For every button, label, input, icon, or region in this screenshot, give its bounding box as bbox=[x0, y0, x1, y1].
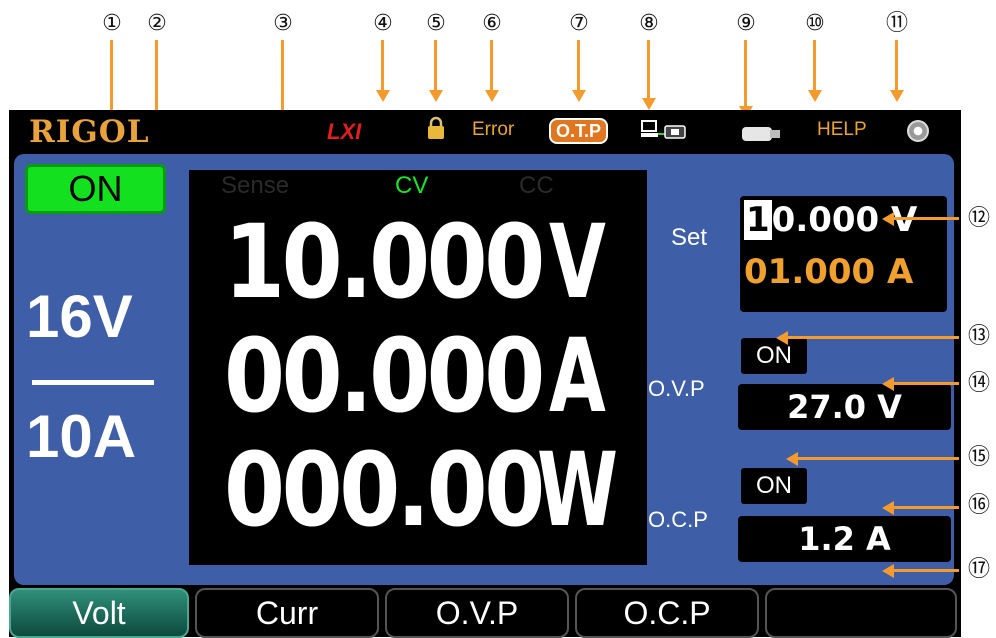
callout-16: ⑯ bbox=[967, 493, 990, 518]
range-voltage: 16V bbox=[26, 283, 133, 350]
callout-5-arrow bbox=[434, 40, 437, 92]
softkey-empty[interactable] bbox=[765, 588, 957, 638]
callout-1: ① bbox=[102, 11, 122, 36]
callout-9-arrow bbox=[744, 40, 747, 108]
callout-7-arrow bbox=[577, 40, 580, 92]
edit-cursor-digit: 1 bbox=[744, 200, 772, 240]
callout-15-arrowhead bbox=[786, 452, 798, 466]
callout-3: ③ bbox=[273, 11, 293, 36]
callout-7-arrowhead bbox=[572, 90, 586, 102]
range-divider bbox=[32, 380, 154, 385]
callout-12-arrow bbox=[893, 217, 959, 220]
callout-5-arrowhead bbox=[429, 90, 443, 102]
mode-cv: CV bbox=[395, 172, 429, 199]
callout-5: ⑤ bbox=[426, 11, 446, 36]
callout-14-arrow bbox=[893, 382, 959, 385]
callout-4-arrowhead bbox=[376, 90, 390, 102]
callout-6: ⑥ bbox=[482, 11, 502, 36]
callout-13-arrowhead bbox=[776, 331, 788, 345]
output-state-badge: ON bbox=[25, 164, 166, 214]
callout-14: ⑭ bbox=[967, 371, 990, 396]
callout-17: ⑰ bbox=[967, 557, 990, 582]
callout-17-arrowhead bbox=[882, 564, 894, 578]
mode-cc: CC bbox=[519, 172, 554, 199]
callout-16-arrow bbox=[893, 506, 959, 509]
power-unit: W bbox=[537, 431, 619, 550]
status-bar: RIGOL LXI Error O.T.P HELP bbox=[9, 110, 961, 154]
ocp-state: ON bbox=[741, 468, 807, 504]
callout-16-arrowhead bbox=[882, 501, 894, 515]
callout-13-arrow bbox=[787, 336, 959, 339]
setpoint-box[interactable]: 10.000 V 01.000 A bbox=[740, 196, 947, 312]
callout-12: ⑫ bbox=[967, 206, 990, 231]
softkey-ovp[interactable]: O.V.P bbox=[385, 588, 569, 638]
mode-sense: Sense bbox=[221, 172, 290, 199]
softkey-bar: Volt Curr O.V.P O.C.P bbox=[9, 588, 961, 638]
lock-icon bbox=[428, 116, 444, 139]
callout-8-arrowhead bbox=[642, 98, 656, 110]
current-reading: 00.000 bbox=[224, 317, 545, 436]
callout-12-arrowhead bbox=[882, 212, 894, 226]
ovp-state: ON bbox=[741, 338, 807, 374]
callout-10-arrow bbox=[813, 40, 816, 92]
callout-13: ⑬ bbox=[967, 324, 990, 349]
callout-8-arrow bbox=[647, 40, 650, 100]
beeper-icon bbox=[907, 120, 929, 142]
ocp-label: O.C.P bbox=[648, 507, 708, 532]
power-supply-screen: RIGOL LXI Error O.T.P HELP ON 16V 10A Se… bbox=[9, 110, 961, 638]
measurement-display: Sense CV CC 10.000 V 00.000 A 000.00 W bbox=[189, 170, 647, 565]
help-indicator: HELP bbox=[817, 119, 867, 140]
ovp-value[interactable]: 27.0 V bbox=[738, 384, 951, 430]
callout-11: ⑪ bbox=[885, 11, 908, 36]
voltage-unit: V bbox=[549, 203, 606, 322]
main-panel: ON 16V 10A Sense CV CC 10.000 V 00.000 A… bbox=[14, 154, 954, 585]
callout-6-arrow bbox=[490, 40, 493, 92]
callout-11-arrow bbox=[895, 40, 898, 92]
callout-4-arrow bbox=[381, 40, 384, 92]
ovp-label: O.V.P bbox=[648, 376, 705, 401]
softkey-curr[interactable]: Curr bbox=[195, 588, 379, 638]
callout-4: ④ bbox=[373, 11, 393, 36]
lxi-indicator: LXI bbox=[327, 119, 362, 144]
callout-7: ⑦ bbox=[569, 11, 589, 36]
set-label: Set bbox=[671, 224, 708, 251]
callout-10-arrowhead bbox=[808, 90, 822, 102]
callout-11-arrowhead bbox=[890, 90, 904, 102]
current-unit: A bbox=[549, 317, 606, 436]
brand-logo: RIGOL bbox=[29, 114, 150, 150]
callout-8: ⑧ bbox=[639, 11, 659, 36]
ocp-value[interactable]: 1.2 A bbox=[738, 516, 951, 562]
softkey-ocp[interactable]: O.C.P bbox=[575, 588, 759, 638]
callout-14-arrowhead bbox=[882, 377, 894, 391]
otp-indicator: O.T.P bbox=[549, 118, 609, 144]
callout-15-arrow bbox=[797, 457, 959, 460]
current-setpoint[interactable]: 01.000 A bbox=[744, 252, 913, 292]
softkey-volt[interactable]: Volt bbox=[9, 588, 189, 638]
range-current: 10A bbox=[26, 403, 137, 470]
network-icon bbox=[641, 120, 686, 139]
power-reading: 000.00 bbox=[224, 431, 545, 550]
callout-10: ⑩ bbox=[805, 11, 825, 36]
callout-2: ② bbox=[147, 11, 167, 36]
callout-15: ⑮ bbox=[967, 445, 990, 470]
callout-6-arrowhead bbox=[485, 90, 499, 102]
callout-9: ⑨ bbox=[736, 11, 756, 36]
usb-icon bbox=[742, 127, 780, 141]
callout-17-arrow bbox=[893, 569, 959, 572]
voltage-setpoint-rest: 0.000 V bbox=[771, 200, 918, 240]
voltage-reading: 10.000 bbox=[224, 203, 545, 322]
error-indicator: Error bbox=[472, 119, 515, 140]
